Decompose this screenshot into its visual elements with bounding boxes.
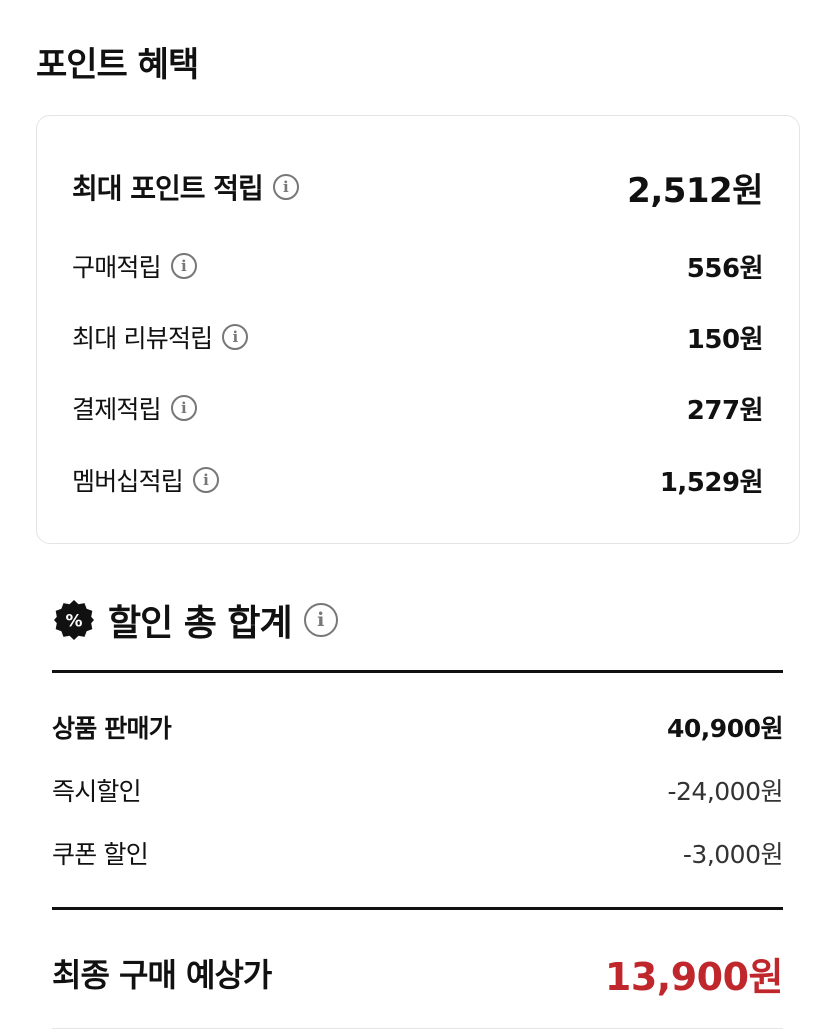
points-item-value: 277원 <box>686 395 764 426</box>
discount-row-coupon: 쿠폰 할인 -3,000원 <box>52 831 784 875</box>
divider <box>52 1028 783 1029</box>
info-circle-icon[interactable]: i <box>272 174 299 200</box>
discount-row-label: 쿠폰 할인 <box>52 840 149 869</box>
max-points-row: 최대 포인트 적립 i 2,512원 <box>72 165 763 211</box>
points-item-review: 최대 리뷰적립 i 150원 <box>72 315 764 359</box>
discount-row-label: 상품 판매가 <box>52 714 172 743</box>
points-item-label: 구매적립 <box>72 253 162 282</box>
points-item-label: 최대 리뷰적립 <box>72 324 213 353</box>
final-price-label: 최종 구매 예상가 <box>52 956 272 994</box>
max-points-value: 2,512원 <box>627 170 763 211</box>
discount-row-instant: 즉시할인 -24,000원 <box>52 768 783 812</box>
info-circle-icon[interactable]: i <box>303 603 338 637</box>
points-item-label: 멤버십적립 <box>72 467 184 496</box>
max-points-label: 최대 포인트 적립 <box>72 172 264 205</box>
discount-row-label: 즉시할인 <box>52 777 142 806</box>
discount-header: % 할인 총 합계 i <box>52 590 338 650</box>
points-item-membership: 멤버십적립 i 1,529원 <box>72 458 764 502</box>
points-item-purchase: 구매적립 i 556원 <box>72 244 764 288</box>
divider <box>52 907 783 910</box>
points-item-value: 150원 <box>686 324 764 355</box>
final-price-row: 최종 구매 예상가 13,900원 <box>52 945 784 1001</box>
points-item-value: 1,529원 <box>659 467 764 498</box>
percent-badge-symbol: % <box>65 612 82 632</box>
page: 포인트 혜택 최대 포인트 적립 i 2,512원 구매적립 i 556원 최대… <box>0 0 835 1031</box>
final-price-value: 13,900원 <box>604 954 784 999</box>
points-section-title: 포인트 혜택 <box>36 45 199 85</box>
points-item-label: 결제적립 <box>72 395 162 424</box>
points-item-payment: 결제적립 i 277원 <box>72 386 764 430</box>
info-circle-icon[interactable]: i <box>170 253 197 279</box>
discount-row-value: -3,000원 <box>682 840 784 869</box>
info-circle-icon[interactable]: i <box>193 467 220 493</box>
points-card: 최대 포인트 적립 i 2,512원 구매적립 i 556원 최대 리뷰적립 i… <box>36 115 800 544</box>
discount-row-value: -24,000원 <box>667 777 784 806</box>
info-circle-icon[interactable]: i <box>222 324 249 350</box>
discount-title: 할인 총 합계 <box>108 603 293 644</box>
points-item-value: 556원 <box>686 253 764 284</box>
discount-row-price: 상품 판매가 40,900원 <box>52 705 783 749</box>
percent-badge-icon: % <box>52 598 96 642</box>
divider <box>52 670 783 673</box>
discount-row-value: 40,900원 <box>667 714 783 743</box>
info-circle-icon[interactable]: i <box>170 395 197 421</box>
